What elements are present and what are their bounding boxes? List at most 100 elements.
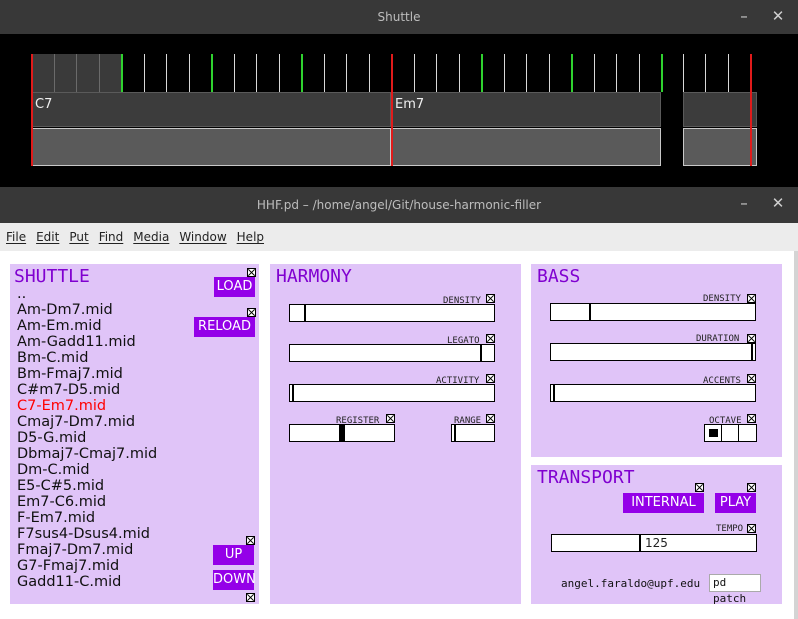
slider-knob[interactable]	[480, 345, 482, 361]
reload-button[interactable]: RELOAD	[194, 317, 255, 337]
minimize-icon[interactable]: –	[734, 6, 754, 26]
beat-line	[414, 54, 415, 92]
menu-find[interactable]: Find	[99, 230, 124, 244]
file-list-item[interactable]: Gadd11-C.mid	[17, 574, 157, 590]
harmony-activity-slider[interactable]	[289, 384, 495, 402]
chord-block-first[interactable]: C7	[31, 92, 391, 127]
pd-patch-object[interactable]: pd patch	[709, 574, 761, 605]
beat-line	[616, 54, 617, 92]
file-list-item[interactable]: Fmaj7-Dm7.mid	[17, 542, 157, 558]
shuttle-window: Shuttle – ✕ C7 Em7	[0, 0, 798, 187]
bass-duration-bang-icon[interactable]	[747, 334, 756, 343]
file-list-item[interactable]: ..	[17, 286, 157, 302]
reload-bang-icon[interactable]	[247, 308, 256, 317]
beat-line	[571, 54, 573, 92]
harmony-legato-bang-icon[interactable]	[486, 334, 495, 343]
file-list-item[interactable]: Bm-C.mid	[17, 350, 157, 366]
bass-density-slider[interactable]	[550, 303, 756, 321]
beat-line	[728, 54, 729, 92]
harmony-activity-bang-icon[interactable]	[486, 374, 495, 383]
file-list-item[interactable]: Cmaj7-Dm7.mid	[17, 414, 157, 430]
file-list-item[interactable]: Em7-C6.mid	[17, 494, 157, 510]
file-list-item[interactable]: Am-Dm7.mid	[17, 302, 157, 318]
chord-block-second[interactable]: Em7	[391, 92, 661, 127]
up-button[interactable]: UP	[213, 545, 254, 565]
shuttle-timeline[interactable]: C7 Em7	[0, 34, 798, 187]
scrollbar[interactable]	[794, 251, 798, 619]
slider-knob[interactable]	[339, 425, 345, 441]
tempo-label: TEMPO	[716, 524, 744, 534]
minimize-icon[interactable]: –	[734, 193, 754, 213]
file-list[interactable]: .. Am-Dm7.mid Am-Em.mid Am-Gadd11.mid Bm-C.m…	[17, 286, 157, 590]
hhf-window-title: HHF.pd – /home/angel/Git/house-harmonic-…	[256, 198, 542, 212]
bass-density-bang-icon[interactable]	[747, 294, 756, 303]
bass-octave-radio[interactable]	[704, 424, 757, 442]
slider-knob[interactable]	[454, 425, 456, 441]
harmony-legato-slider[interactable]	[289, 344, 495, 362]
load-bang-icon[interactable]	[247, 268, 256, 277]
file-list-item[interactable]: E5-C#5.mid	[17, 478, 157, 494]
slider-knob[interactable]	[304, 305, 306, 321]
slider-knob[interactable]	[292, 385, 294, 401]
slider-knob[interactable]	[639, 535, 641, 551]
menu-file[interactable]: File	[6, 230, 26, 244]
bass-accents-bang-icon[interactable]	[747, 374, 756, 383]
file-list-item[interactable]: Bm-Fmaj7.mid	[17, 366, 157, 382]
pattern-block[interactable]	[31, 128, 391, 166]
up-bang-icon[interactable]	[246, 536, 255, 545]
tempo-bang-icon[interactable]	[747, 524, 756, 533]
harmony-density-bang-icon[interactable]	[486, 294, 495, 303]
slider-knob[interactable]	[553, 385, 555, 401]
hhf-titlebar[interactable]: HHF.pd – /home/angel/Git/house-harmonic-…	[0, 187, 798, 223]
file-list-item[interactable]: Dbmaj7-Cmaj7.mid	[17, 446, 157, 462]
file-list-item[interactable]: Am-Em.mid	[17, 318, 157, 334]
bar-marker-line	[391, 54, 393, 166]
octave-radio-cell[interactable]	[739, 425, 756, 441]
file-list-item[interactable]: G7-Fmaj7.mid	[17, 558, 157, 574]
down-button[interactable]: DOWN	[213, 570, 256, 590]
file-list-item[interactable]: Am-Gadd11.mid	[17, 334, 157, 350]
harmony-register-slider[interactable]	[289, 424, 395, 442]
harmony-density-slider[interactable]	[289, 304, 495, 322]
beat-line	[436, 54, 437, 92]
harmony-range-slider[interactable]	[451, 424, 495, 442]
menu-media[interactable]: Media	[133, 230, 169, 244]
file-list-item[interactable]: F7sus4-Dsus4.mid	[17, 526, 157, 542]
bass-duration-slider[interactable]	[550, 343, 756, 361]
pattern-block[interactable]	[391, 128, 661, 166]
down-bang-icon[interactable]	[246, 593, 255, 602]
author-email: angel.faraldo@upf.edu	[561, 577, 701, 590]
play-bang-icon[interactable]	[747, 483, 756, 492]
bass-accents-slider[interactable]	[550, 384, 756, 402]
chord-block-tail[interactable]	[683, 92, 757, 127]
transport-panel-title: TRANSPORT	[537, 467, 635, 488]
bass-octave-bang-icon[interactable]	[747, 414, 756, 423]
file-list-item[interactable]: C#m7-D5.mid	[17, 382, 157, 398]
octave-radio-cell[interactable]	[722, 425, 739, 441]
close-icon[interactable]: ✕	[768, 193, 788, 213]
beat-line	[504, 54, 505, 92]
internal-button[interactable]: INTERNAL	[623, 493, 704, 513]
file-list-item[interactable]: Dm-C.mid	[17, 462, 157, 478]
load-button[interactable]: LOAD	[214, 277, 255, 297]
menu-help[interactable]: Help	[237, 230, 264, 244]
pattern-block[interactable]	[683, 128, 757, 166]
file-list-item[interactable]: C7-Em7.mid	[17, 398, 157, 414]
slider-knob[interactable]	[589, 304, 591, 320]
close-icon[interactable]: ✕	[768, 6, 788, 26]
shuttle-titlebar[interactable]: Shuttle – ✕	[0, 0, 798, 34]
menu-put[interactable]: Put	[69, 230, 88, 244]
beat-line	[324, 54, 325, 92]
internal-bang-icon[interactable]	[695, 483, 704, 492]
menu-edit[interactable]: Edit	[36, 230, 59, 244]
beat-line	[234, 54, 235, 92]
menu-window[interactable]: Window	[179, 230, 226, 244]
harmony-range-bang-icon[interactable]	[486, 414, 495, 423]
file-list-item[interactable]: F-Em7.mid	[17, 510, 157, 526]
bar-marker-line	[750, 54, 752, 166]
octave-radio-cell[interactable]	[705, 425, 722, 441]
slider-knob[interactable]	[751, 344, 753, 360]
play-button[interactable]: PLAY	[715, 493, 756, 513]
harmony-register-bang-icon[interactable]	[386, 414, 395, 423]
file-list-item[interactable]: D5-G.mid	[17, 430, 157, 446]
